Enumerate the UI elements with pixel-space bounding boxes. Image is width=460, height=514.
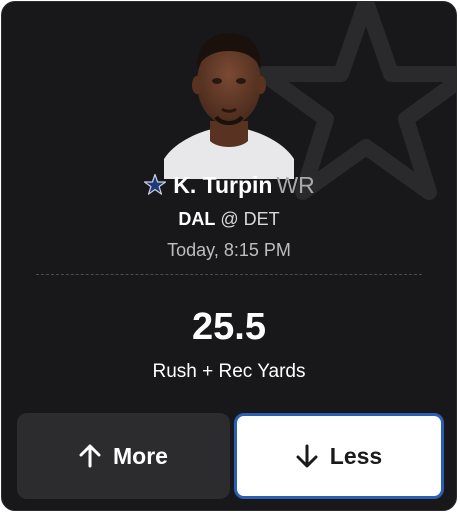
team-abbr: DAL [178, 209, 216, 229]
player-photo [164, 33, 294, 179]
projection-line: 25.5 [192, 306, 266, 348]
stat-type: Rush + Rec Yards [152, 361, 306, 382]
cowboys-star-icon [144, 173, 167, 195]
player-name-row: K. Turpin WR [2, 170, 456, 200]
arrow-up-icon [79, 444, 101, 468]
player-name: K. Turpin [173, 172, 273, 198]
opponent-text: @ DET [220, 209, 280, 229]
game-time: Today, 8:15 PM [167, 240, 291, 260]
less-label: Less [329, 442, 383, 469]
player-position: WR [276, 172, 315, 198]
less-button[interactable]: Less [234, 413, 444, 499]
dashed-divider [36, 274, 422, 275]
player-prop-card: K. Turpin WR DAL @ DET Today, 8:15 PM 25.… [1, 1, 457, 511]
more-label: More [113, 442, 168, 469]
arrow-down-icon [296, 444, 318, 468]
more-button[interactable]: More [17, 413, 230, 499]
matchup: DAL @ DET [2, 207, 456, 231]
